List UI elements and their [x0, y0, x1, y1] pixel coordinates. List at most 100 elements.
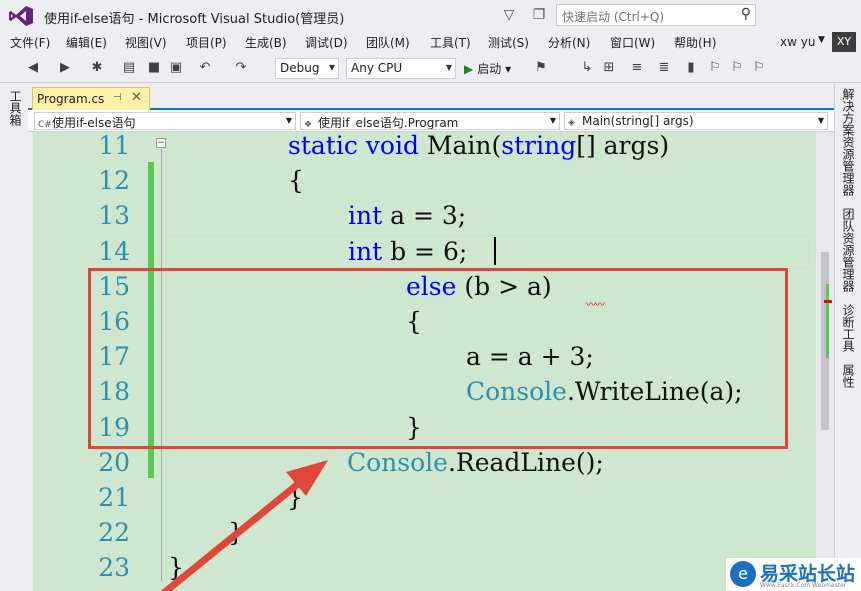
close-icon[interactable]: ✕: [131, 90, 142, 105]
highlight-box: [88, 268, 788, 449]
navigate-back-icon[interactable]: ◀: [24, 59, 42, 77]
code-token: a = 3;: [390, 201, 467, 230]
line-number: 20: [98, 448, 130, 477]
redo-icon[interactable]: ↷: [232, 59, 250, 77]
vertical-scrollbar[interactable]: [816, 132, 834, 591]
line-number: 13: [98, 201, 130, 230]
code-token: }: [228, 518, 244, 547]
uncomment-icon[interactable]: ≣: [655, 59, 673, 77]
code-token: b = 6;: [390, 237, 468, 266]
line-number: 23: [98, 553, 130, 582]
start-label: 启动: [477, 62, 502, 76]
chevron-down-icon: ▼: [285, 116, 292, 125]
new-project-icon[interactable]: ✱: [88, 59, 106, 77]
start-button[interactable]: ▶ 启动 ▾: [464, 60, 511, 77]
navigate-forward-icon[interactable]: ▶: [56, 59, 74, 77]
diagnostic-tools-tab[interactable]: 诊断工具: [840, 304, 857, 352]
breakpoint-icon[interactable]: ⊞: [600, 59, 618, 77]
team-explorer-tab[interactable]: 团队资源管理器: [840, 208, 857, 292]
line-number: 14: [98, 237, 130, 266]
menu-view[interactable]: 视图(V): [125, 34, 167, 51]
configuration-value: Debug: [280, 61, 320, 75]
save-all-icon[interactable]: ▣: [167, 59, 185, 77]
member-name: Main(string[] args): [582, 114, 694, 128]
solution-explorer-tab[interactable]: 解决方案资源管理器: [840, 88, 857, 196]
toolbox-tab[interactable]: 工具箱: [7, 90, 24, 126]
quick-launch-input[interactable]: 快速启动 (Ctrl+Q) ⚲: [556, 4, 756, 26]
clear-bookmarks-icon[interactable]: ⚐: [750, 59, 768, 77]
menu-analyze[interactable]: 分析(N): [548, 34, 590, 51]
filter-icon[interactable]: ▽: [500, 6, 518, 24]
code-token: .ReadLine();: [447, 448, 604, 477]
tab-label: Program.cs: [37, 92, 105, 106]
line-number: 21: [98, 483, 130, 512]
left-tool-strip: 工具箱: [0, 84, 28, 591]
navigation-bar: C#使用if-else语句 ▼ ❖ 使用if_else语句.Program ▼ ◈…: [28, 110, 834, 132]
watermark-logo-icon: e: [730, 561, 756, 587]
menu-tools[interactable]: 工具(T): [430, 34, 471, 51]
class-name: 使用if_else语句.Program: [318, 116, 459, 130]
menu-edit[interactable]: 编辑(E): [66, 34, 107, 51]
code-line[interactable]: }: [228, 518, 244, 547]
window-title: 使用if-else语句 - Microsoft Visual Studio(管理…: [44, 12, 345, 27]
avatar[interactable]: XY: [832, 32, 856, 52]
comment-icon[interactable]: ≡: [628, 59, 646, 77]
code-line[interactable]: static void Main(string[] args): [288, 131, 669, 160]
bookmark-icon[interactable]: ▮: [682, 59, 700, 77]
watermark-subtext: Www.Easck.Com Webmaster: [760, 582, 847, 589]
chevron-down-icon: ▼: [549, 116, 556, 125]
project-dropdown[interactable]: C#使用if-else语句 ▼: [34, 112, 296, 130]
platform-select[interactable]: Any CPU ▼: [346, 58, 456, 79]
tab-program-cs[interactable]: Program.cs ⊣ ✕: [32, 87, 150, 110]
scrollbar-change-marker: [826, 284, 829, 358]
class-dropdown[interactable]: ❖ 使用if_else语句.Program ▼: [300, 112, 560, 130]
menu-debug[interactable]: 调试(D): [305, 34, 348, 51]
menu-project[interactable]: 项目(P): [186, 34, 227, 51]
keyword-token: int: [348, 237, 391, 266]
properties-tab[interactable]: 属性: [840, 364, 857, 388]
watermark: e 易采站长站 Www.Easck.Com Webmaster: [726, 558, 861, 591]
code-line[interactable]: int b = 6;: [348, 237, 467, 266]
open-file-icon[interactable]: ▤: [120, 59, 138, 77]
code-line[interactable]: int a = 3;: [348, 201, 466, 230]
menu-window[interactable]: 窗口(W): [610, 34, 655, 51]
keyword-token: void: [365, 131, 427, 160]
code-line[interactable]: Console.ReadLine();: [347, 448, 604, 477]
code-line[interactable]: }: [168, 553, 184, 582]
browser-link-icon[interactable]: ⚑: [532, 59, 550, 77]
play-icon: ▶: [464, 62, 474, 76]
code-token: {: [288, 166, 304, 195]
code-line[interactable]: }: [287, 483, 303, 512]
quick-launch-placeholder: 快速启动 (Ctrl+Q): [562, 10, 665, 24]
menu-help[interactable]: 帮助(H): [674, 34, 716, 51]
chevron-down-icon[interactable]: ▼: [818, 35, 825, 45]
menu-file[interactable]: 文件(F): [10, 34, 50, 51]
menu-build[interactable]: 生成(B): [245, 34, 287, 51]
collapse-icon[interactable]: −: [156, 138, 166, 148]
text-cursor: [494, 237, 496, 265]
save-icon[interactable]: ■: [145, 59, 163, 77]
next-bookmark-icon[interactable]: ⚐: [728, 59, 746, 77]
pin-icon[interactable]: ⊣: [113, 92, 122, 103]
code-token: }: [287, 483, 303, 512]
scrollbar-error-marker: [824, 300, 832, 303]
title-bar: 使用if-else语句 - Microsoft Visual Studio(管理…: [0, 0, 861, 31]
search-icon: ⚲: [740, 6, 751, 22]
keyword-token: static: [288, 131, 366, 160]
menu-team[interactable]: 团队(M): [366, 34, 410, 51]
feedback-icon[interactable]: ❐: [530, 6, 548, 24]
prev-bookmark-icon[interactable]: ⚐: [706, 59, 724, 77]
user-name[interactable]: xw yu: [780, 35, 815, 49]
line-number: 11: [98, 131, 130, 160]
code-line[interactable]: {: [288, 166, 304, 195]
keyword-token: int: [348, 201, 391, 230]
configuration-select[interactable]: Debug ▼: [275, 58, 339, 79]
class-icon: ❖: [304, 120, 313, 130]
document-tab-bar: Program.cs ⊣ ✕: [28, 84, 834, 110]
current-line-highlight: [165, 235, 809, 269]
menu-test[interactable]: 测试(S): [488, 34, 529, 51]
method-icon: ◈: [568, 118, 575, 128]
undo-icon[interactable]: ↶: [196, 59, 214, 77]
step-icon[interactable]: ↳: [578, 59, 596, 77]
member-dropdown[interactable]: ◈ Main(string[] args) ▼: [564, 112, 828, 130]
